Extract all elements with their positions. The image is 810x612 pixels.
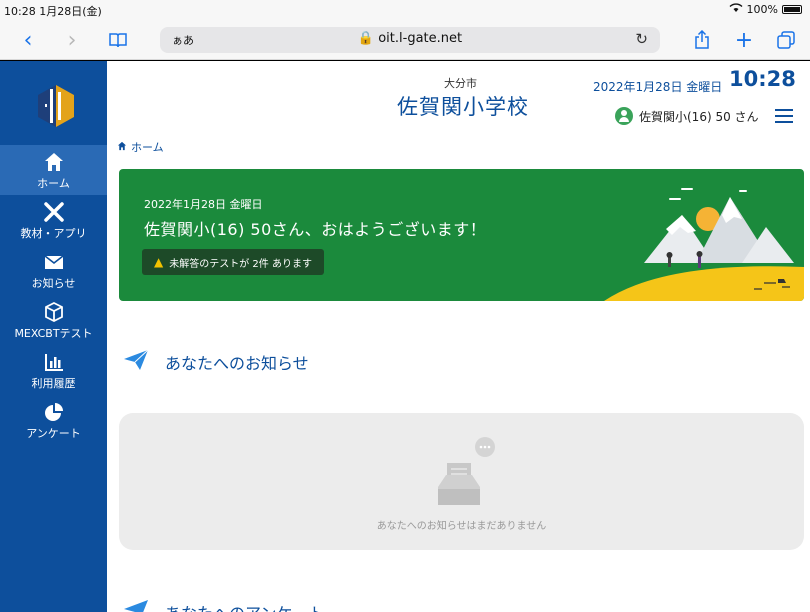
surveys-title-text: あなたへのアンケート [165, 600, 324, 612]
browser-toolbar: ‹ › ぁあ 🔒 oit.l-gate.net ↻ + [0, 20, 810, 60]
notices-section-title: あなたへのお知らせ [123, 349, 309, 375]
notices-empty-text: あなたへのお知らせはまだありません [376, 521, 547, 532]
wifi-icon [729, 3, 743, 16]
sidebar-item-mexcbt[interactable]: MEXCBTテスト [0, 295, 107, 345]
address-bar[interactable]: ぁあ 🔒 oit.l-gate.net ↻ [160, 27, 660, 53]
school-name: 佐賀関小学校 [397, 95, 529, 119]
greeting-text: 佐賀関小(16) 50さん、おはようございます！ [144, 220, 487, 239]
avatar [615, 107, 633, 125]
city-name: 大分市 [444, 77, 477, 90]
forward-icon[interactable]: › [58, 26, 86, 54]
sidebar-item-notices[interactable]: お知らせ [0, 245, 107, 295]
main-content: 大分市 佐賀関小学校 2022年1月28日 金曜日 10:28 佐賀関小(16)… [107, 61, 810, 612]
breadcrumb-home[interactable]: ホーム [131, 139, 164, 155]
sidebar-item-label: ホーム [37, 177, 70, 190]
mail-icon [0, 251, 107, 277]
sidebar-item-label: お知らせ [31, 277, 76, 290]
mountain-illustration [604, 188, 804, 301]
empty-inbox-icon [438, 437, 495, 505]
paper-plane-icon [123, 599, 149, 612]
bar-chart-icon [0, 351, 107, 377]
sidebar-item-history[interactable]: 利用履歴 [0, 345, 107, 395]
tools-icon [0, 201, 107, 227]
user-name: 佐賀関小(16) 50 さん [639, 109, 759, 124]
notices-title-text: あなたへのお知らせ [165, 354, 309, 373]
app-logo[interactable] [36, 83, 76, 129]
home-small-icon [117, 141, 127, 154]
sidebar-item-label: 利用履歴 [31, 377, 76, 390]
lock-icon: 🔒 [357, 31, 375, 46]
sidebar-item-materials[interactable]: 教材・アプリ [0, 195, 107, 245]
notices-empty-state: あなたへのお知らせはまだありません [119, 413, 804, 550]
current-date: 2022年1月28日 金曜日 [593, 80, 723, 94]
warning-icon: ▲ [154, 255, 164, 269]
share-icon[interactable] [688, 26, 716, 54]
greeting-banner: 2022年1月28日 金曜日 佐賀関小(16) 50さん、おはようございます！ … [119, 169, 804, 301]
reload-icon[interactable]: ↻ [635, 30, 648, 48]
sidebar-item-label: 教材・アプリ [20, 227, 87, 240]
back-icon[interactable]: ‹ [14, 26, 42, 54]
banner-date: 2022年1月28日 金曜日 [144, 198, 263, 211]
pie-chart-icon [0, 401, 107, 427]
status-icons: 100% [729, 3, 802, 16]
battery-percent: 100% [746, 3, 778, 16]
unanswered-test-alert[interactable]: ▲ 未解答のテストが 2件 あります [142, 249, 324, 275]
menu-icon[interactable] [774, 109, 793, 123]
sidebar-item-home[interactable]: ホーム [0, 145, 107, 195]
home-icon [0, 151, 107, 177]
url-label: oit.l-gate.net [378, 31, 463, 46]
new-tab-icon[interactable]: + [730, 26, 758, 54]
url-text: 🔒 oit.l-gate.net [160, 31, 660, 46]
surveys-section-title: あなたへのアンケート [123, 599, 324, 612]
sidebar-item-label: アンケート [26, 427, 81, 440]
battery-icon [782, 5, 802, 14]
user-menu[interactable]: 佐賀関小(16) 50 さん [615, 107, 793, 125]
status-time: 10:28 1月28日(金) [4, 5, 102, 18]
sidebar-item-survey[interactable]: アンケート [0, 395, 107, 445]
current-time: 10:28 [729, 67, 796, 91]
breadcrumb: ホーム [117, 139, 164, 155]
bookmarks-icon[interactable] [104, 26, 132, 54]
cube-icon [0, 301, 107, 327]
tabs-icon[interactable] [772, 26, 800, 54]
status-bar: 10:28 1月28日(金) 100% [0, 0, 810, 20]
sidebar: ホーム 教材・アプリ お知らせ MEXCBTテスト 利用履歴 アンケート [0, 61, 107, 612]
sidebar-item-label: MEXCBTテスト [14, 327, 93, 340]
alert-text: 未解答のテストが 2件 あります [169, 258, 312, 270]
paper-plane-icon [123, 349, 149, 375]
